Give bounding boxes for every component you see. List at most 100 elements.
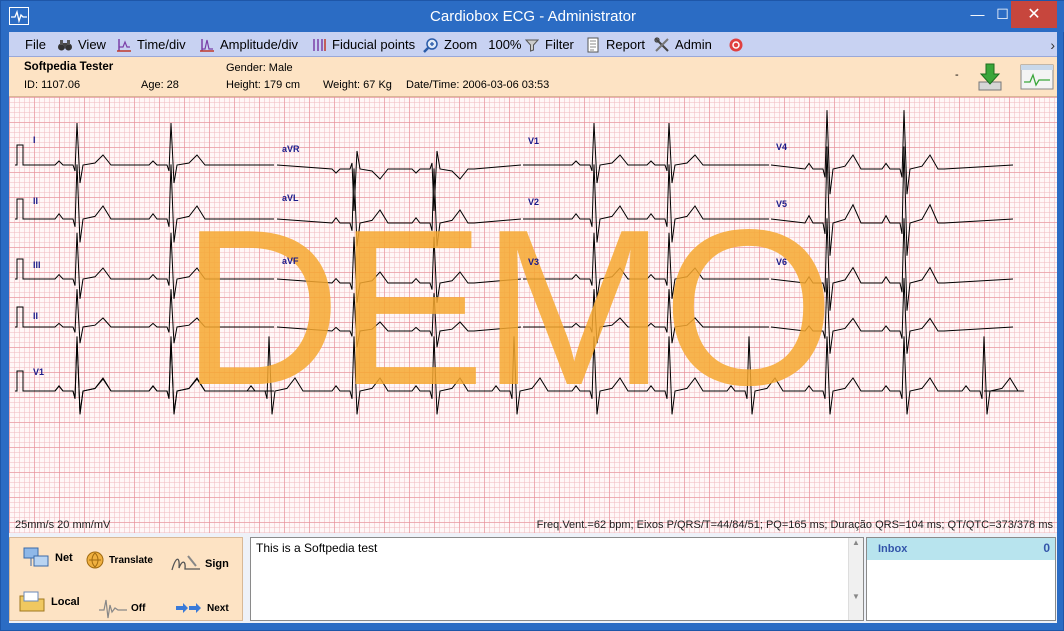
lead-label: II	[33, 196, 39, 206]
next-button[interactable]: Next	[174, 596, 229, 620]
next-label: Next	[207, 602, 229, 614]
ecg-trace	[276, 168, 522, 247]
calibration-pulse	[15, 198, 27, 220]
menu-zoom[interactable]: Zoom 100%	[423, 32, 521, 57]
header-dash: -	[955, 69, 959, 81]
lead-label: II	[33, 311, 39, 321]
translate-icon	[86, 551, 104, 569]
sign-label: Sign	[205, 558, 229, 570]
exam-datetime: Date/Time: 2006-03-06 03:53	[406, 79, 550, 91]
translate-label: Translate	[109, 554, 153, 566]
close-button[interactable]: ✕	[1011, 1, 1057, 28]
app-window: Cardiobox ECG - Administrator — ☐ ✕ File…	[0, 0, 1064, 631]
menu-report[interactable]: Report	[585, 32, 645, 57]
record-icon	[729, 38, 743, 51]
menu-filter-label: Filter	[545, 36, 574, 52]
patient-gender: Gender: Male	[226, 62, 293, 74]
lead-label: V5	[776, 199, 788, 209]
inbox-panel[interactable]: Inbox 0	[866, 537, 1056, 621]
ecg-trace	[523, 122, 769, 184]
ecg-scale: 25mm/s 20 mm/mV	[15, 519, 111, 531]
calibration-pulse	[15, 306, 27, 328]
patient-id: ID: 1107.06	[24, 79, 81, 91]
ecg-trace	[770, 110, 1014, 195]
amplitude-div-icon	[200, 38, 214, 52]
lead-label: V1	[528, 136, 540, 146]
arrows-right-icon	[176, 603, 201, 613]
waveform-icon	[99, 599, 127, 619]
menu-view-label: View	[78, 36, 106, 52]
lead-label: V3	[528, 257, 540, 267]
net-button[interactable]: Net	[22, 546, 73, 570]
menu-time-div[interactable]: Time/div	[116, 32, 186, 57]
ecg-trace	[770, 218, 1014, 311]
ecg-trace	[523, 232, 769, 299]
menu-amplitude-div[interactable]: Amplitude/div	[199, 32, 298, 57]
menu-amplitude-div-label: Amplitude/div	[220, 36, 299, 52]
menu-report-label: Report	[606, 36, 646, 52]
patient-weight: Weight: 67 Kg	[323, 79, 392, 91]
ecg-trace	[523, 164, 769, 243]
menu-file[interactable]: File	[25, 32, 46, 57]
lead-label: V2	[528, 197, 540, 207]
translate-button[interactable]: Translate	[84, 548, 153, 572]
lead-label: V4	[776, 142, 788, 152]
title-bar: Cardiobox ECG - Administrator — ☐ ✕	[1, 1, 1064, 32]
local-button[interactable]: Local	[18, 590, 80, 614]
menu-fiducial-points[interactable]: Fiducial points	[311, 32, 415, 57]
calibration-pulse	[15, 370, 27, 392]
lead-label: aVL	[282, 193, 299, 203]
notes-textarea[interactable]	[251, 538, 848, 620]
menu-view[interactable]: View	[57, 32, 106, 57]
inbox-header[interactable]: Inbox 0	[867, 538, 1055, 560]
window-title: Cardiobox ECG - Administrator	[430, 8, 636, 25]
ecg-trace	[27, 164, 274, 243]
menu-file-label: File	[25, 36, 46, 52]
sign-button[interactable]: Sign	[170, 552, 229, 576]
ecg-status-bar: 25mm/s 20 mm/mV Freq.Vent.=62 bpm; Eixos…	[9, 519, 1057, 533]
ecg-trace	[523, 289, 769, 344]
notes-scrollbar[interactable]: ▲ ▼	[848, 538, 863, 620]
local-label: Local	[51, 596, 80, 608]
menu-filter[interactable]: Filter	[524, 32, 574, 57]
ecg-window-icon[interactable]	[1020, 62, 1054, 92]
rhythm-strip-trace	[27, 336, 1024, 415]
net-label: Net	[55, 552, 73, 564]
toolbar-overflow-handle[interactable]: ›	[1050, 37, 1055, 53]
zoom-level: 100%	[488, 36, 522, 52]
binoculars-icon	[58, 39, 72, 50]
time-div-icon	[117, 38, 131, 52]
network-icon	[23, 547, 49, 567]
ecg-trace	[276, 236, 522, 303]
lead-label: I	[33, 135, 36, 145]
lead-label: aVR	[282, 144, 300, 154]
ecg-trace	[770, 278, 1014, 354]
off-label: Off	[131, 602, 146, 614]
ecg-trace	[27, 289, 274, 344]
ecg-measurements: Freq.Vent.=62 bpm; Eixos P/QRS/T=44/84/5…	[536, 519, 1053, 531]
report-icon	[587, 37, 599, 52]
calibration-pulse	[15, 144, 27, 166]
tools-icon	[654, 36, 669, 52]
lead-label: III	[33, 260, 41, 270]
lead-label: aVF	[282, 256, 299, 266]
notes-box: ▲▼	[250, 537, 864, 621]
off-button[interactable]: Off	[98, 596, 145, 620]
calibration-pulse	[15, 258, 27, 280]
download-button[interactable]	[975, 62, 1005, 92]
signature-icon	[171, 555, 200, 571]
patient-age: Age: 28	[141, 79, 179, 91]
filter-icon	[524, 39, 540, 52]
patient-header: Softpedia Tester ID: 1107.06 Age: 28 Gen…	[9, 57, 1057, 97]
lead-label: V1	[33, 367, 45, 377]
folder-icon	[19, 591, 45, 612]
record-stop-button[interactable]	[728, 32, 744, 57]
patient-name: Softpedia Tester	[24, 61, 114, 73]
patient-height: Height: 179 cm	[226, 79, 300, 91]
menu-fiducial-points-label: Fiducial points	[332, 36, 416, 52]
lead-label: V6	[776, 257, 788, 267]
menu-admin[interactable]: Admin	[654, 32, 712, 57]
minimize-button[interactable]: —	[964, 1, 991, 28]
ecg-display[interactable]: DEMO I II III II V1 aVR aVL aVF V1 V2 V3…	[9, 97, 1057, 533]
ecg-traces	[15, 110, 1024, 415]
